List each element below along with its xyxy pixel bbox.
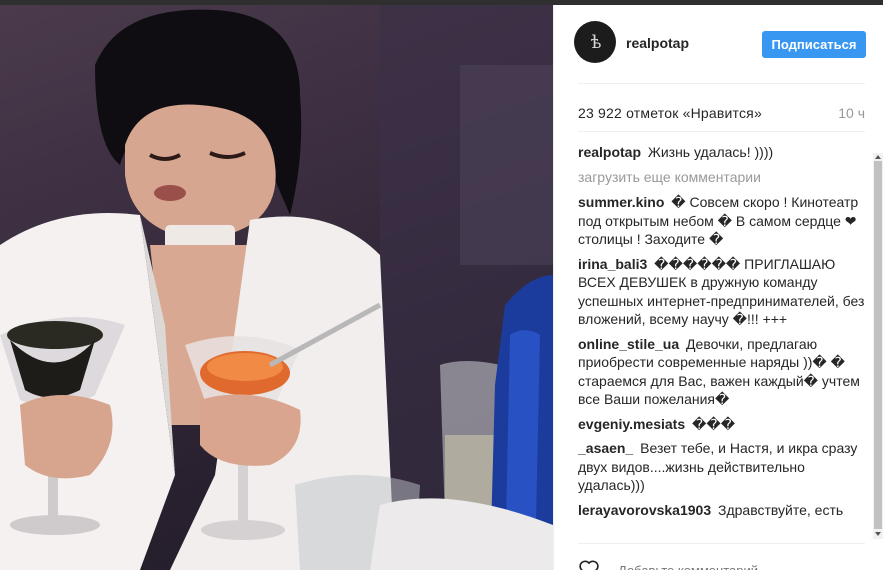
caption: realpotap Жизнь удалась! )))) [578, 143, 868, 162]
list-item: evgeniy.mesiats ��� [578, 415, 868, 434]
follow-button[interactable]: Подписаться [762, 31, 866, 58]
add-comment-input[interactable] [618, 563, 838, 570]
post-time[interactable]: 10 ч [838, 105, 865, 121]
list-item: summer.kino � Совсем скоро ! Кинотеатр п… [578, 193, 868, 249]
likes-divider [578, 131, 865, 132]
username[interactable]: realpotap [626, 35, 689, 51]
list-item: irina_bali3 ������ ПРИГЛАШАЮ ВСЕХ ДЕВУШЕ… [578, 255, 868, 329]
comment-bar: ... [578, 555, 865, 570]
likes-row: 23 922 отметок «Нравится» 10 ч [578, 105, 865, 125]
footer-divider [578, 543, 865, 544]
comments-scrollbar[interactable] [873, 153, 883, 539]
comment-username[interactable]: summer.kino [578, 194, 664, 210]
header-divider [578, 83, 865, 84]
comment-username[interactable]: realpotap [578, 144, 641, 160]
comment-username[interactable]: _asaen_ [578, 440, 633, 456]
heart-icon[interactable] [578, 559, 600, 570]
brand-logo-icon: ѣ [590, 31, 602, 53]
avatar[interactable]: ѣ [574, 21, 616, 63]
comment-text: Здравствуйте, есть [718, 501, 844, 518]
comment-username[interactable]: irina_bali3 [578, 256, 647, 272]
post-header: ѣ realpotap Подписаться [554, 5, 883, 83]
comment-username[interactable]: online_stile_ua [578, 336, 679, 352]
post-side-panel: ѣ realpotap Подписаться 23 922 отметок «… [553, 5, 883, 570]
scroll-up-arrow-icon[interactable] [875, 155, 881, 159]
photo-illustration [0, 5, 553, 570]
comment-username[interactable]: evgeniy.mesiats [578, 416, 685, 432]
comments-list[interactable]: realpotap Жизнь удалась! )))) загрузить … [578, 143, 868, 539]
likes-count[interactable]: 23 922 отметок «Нравится» [578, 105, 762, 121]
post-photo[interactable] [0, 5, 553, 570]
scroll-down-arrow-icon[interactable] [875, 532, 881, 536]
more-options-icon[interactable]: ... [849, 561, 865, 570]
scrollbar-thumb[interactable] [874, 161, 882, 529]
list-item: lerayavorovska1903 Здравствуйте, есть [578, 501, 868, 520]
comment-username[interactable]: lerayavorovska1903 [578, 502, 711, 518]
list-item: _asaen_ Везет тебе, и Настя, и икра сраз… [578, 439, 868, 495]
comment-text: Жизнь удалась! )))) [647, 144, 774, 160]
comment-text: ��� [692, 415, 736, 432]
load-more-comments-link[interactable]: загрузить еще комментарии [578, 168, 868, 187]
list-item: online_stile_ua Девочки, предлагаю приоб… [578, 335, 868, 409]
